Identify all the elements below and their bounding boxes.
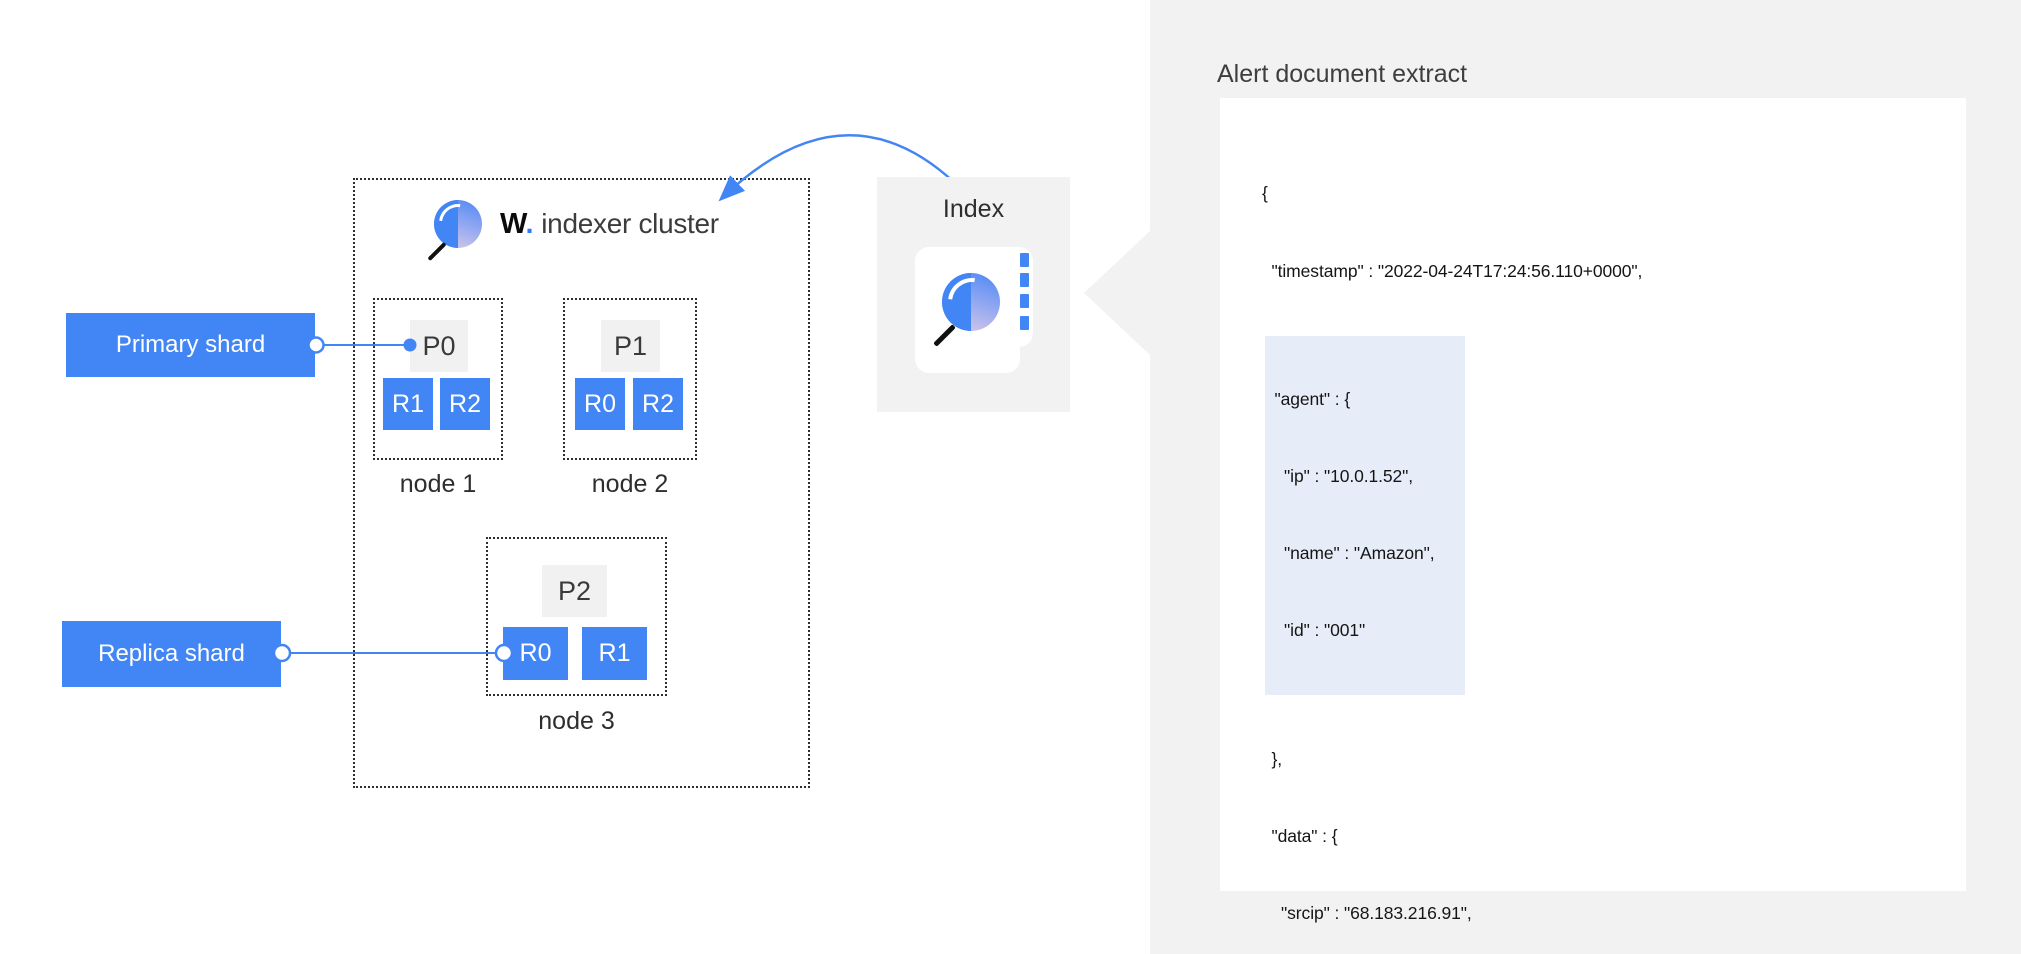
- json-line: },: [1262, 747, 1733, 773]
- json-line: "agent" : {: [1265, 387, 1465, 413]
- json-line: "data" : {: [1262, 824, 1733, 850]
- wazuh-logo-dot: .: [525, 208, 533, 240]
- cluster-title-label: indexer cluster: [541, 208, 719, 239]
- replica-shard-chip: R0: [575, 378, 625, 430]
- replica-shard-chip: R0: [503, 627, 568, 680]
- primary-shard-chip: P1: [601, 320, 660, 372]
- index-magnifier-icon: [942, 273, 1000, 331]
- json-code-block: { "timestamp" : "2022-04-24T17:24:56.110…: [1262, 130, 1733, 954]
- json-line: {: [1262, 181, 1733, 207]
- json-line: "timestamp" : "2022-04-24T17:24:56.110+0…: [1262, 259, 1733, 285]
- document-dash-icon: [1020, 316, 1029, 330]
- node-box-2: P1 R0 R2: [563, 298, 697, 460]
- alert-panel-title: Alert document extract: [1217, 60, 1467, 89]
- json-line: "srcip" : "68.183.216.91",: [1262, 901, 1733, 927]
- primary-shard-chip: P2: [542, 565, 607, 617]
- node-box-3: P2 R0 R1: [486, 537, 667, 696]
- magnifier-shine: [938, 268, 1005, 335]
- alert-document-card: { "timestamp" : "2022-04-24T17:24:56.110…: [1220, 98, 1966, 891]
- node-label: node 1: [373, 470, 503, 499]
- primary-shard-callout: Primary shard: [66, 313, 315, 377]
- index-label: Index: [877, 195, 1070, 224]
- replica-shard-callout: Replica shard: [62, 621, 281, 687]
- json-line: "ip" : "10.0.1.52",: [1265, 464, 1465, 490]
- replica-shard-chip: R1: [582, 627, 647, 680]
- document-dash-icon: [1020, 273, 1029, 287]
- replica-shard-chip: R1: [383, 378, 433, 430]
- wazuh-logo-letter: W: [500, 208, 525, 240]
- document-dash-icon: [1020, 253, 1029, 267]
- wazuh-magnifier-icon: [434, 200, 482, 248]
- primary-shard-chip: P0: [410, 320, 468, 372]
- node-box-1: P0 R1 R2: [373, 298, 503, 460]
- document-dash-icon: [1020, 294, 1029, 308]
- node-label: node 2: [563, 470, 697, 499]
- highlight-agent-block: "agent" : { "ip" : "10.0.1.52", "name" :…: [1265, 336, 1465, 696]
- cluster-header: W. indexer cluster: [434, 200, 719, 248]
- cluster-title: W. indexer cluster: [500, 208, 719, 241]
- replica-shard-chip: R2: [440, 378, 490, 430]
- json-line: "name" : "Amazon",: [1265, 541, 1465, 567]
- node-label: node 3: [486, 707, 667, 736]
- replica-shard-chip: R2: [633, 378, 683, 430]
- json-line: "id" : "001": [1265, 618, 1465, 644]
- wazuh-indexer-shard-diagram: W. indexer cluster P0 R1 R2 node 1 P1 R0 …: [0, 0, 2021, 954]
- magnifier-shine: [431, 196, 484, 249]
- panel-notch-pointer: [1084, 231, 1150, 355]
- index-box: Index: [877, 177, 1070, 412]
